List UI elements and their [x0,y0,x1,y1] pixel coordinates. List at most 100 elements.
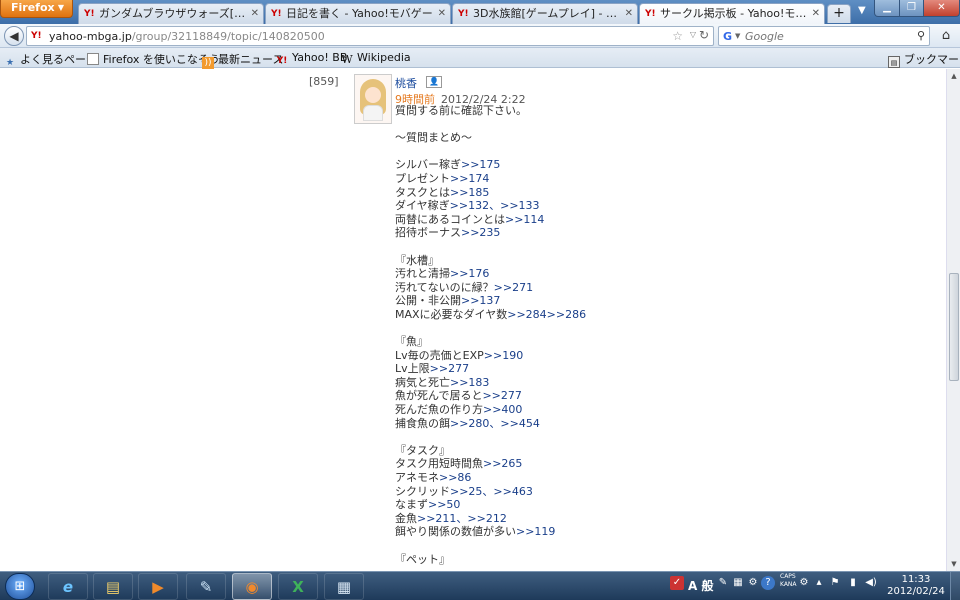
search-bar[interactable]: G ▼ ⚲ [718,26,930,46]
rss-icon: )) [202,57,214,69]
address-bar[interactable]: Y! yahoo-mbga.jp/group/32118849/topic/14… [26,26,714,46]
post-line: 『魚』 [395,335,915,349]
reply-link[interactable]: >>25、>>463 [450,485,533,498]
reload-icon[interactable]: ↻ [699,28,709,42]
reply-link[interactable]: >>190 [484,349,523,362]
url-dropdown-icon[interactable]: ▽ [690,30,696,39]
post-line: プレゼント>>174 [395,172,915,186]
system-clock[interactable]: 11:33 2012/02/24 [886,574,946,598]
search-input[interactable] [745,29,905,43]
taskbar-app-calculator[interactable]: ▦ [324,573,364,600]
restore-button[interactable]: ❐ [899,0,924,17]
bookmark-wikipedia[interactable]: W Wikipedia [341,51,410,66]
dictionary-icon[interactable]: ▦ [731,576,745,590]
ime-options-icon[interactable]: ⚙ [797,576,811,590]
bookmark-most-visited[interactable]: ★ よく見るページ [4,51,97,69]
reply-link[interactable]: >>176 [450,267,489,280]
taskbar-app-firefox[interactable]: ◉ [232,573,272,600]
ime-tool-icon[interactable]: ✎ [716,576,730,590]
scroll-thumb[interactable] [949,273,959,381]
bookmarks-menu[interactable]: ▤ ブックマーク [888,51,960,68]
taskbar-app-notepad[interactable]: ✎ [186,573,226,600]
caps-label: CAPS [780,573,796,580]
reply-link[interactable]: >>50 [428,498,460,511]
network-icon[interactable]: ▮ [846,576,860,590]
show-desktop-button[interactable] [950,572,960,600]
help-icon[interactable]: ? [761,576,775,590]
reply-link[interactable]: >>277 [430,362,469,375]
close-icon[interactable]: ✕ [438,4,446,23]
reply-link[interactable]: >>86 [439,471,471,484]
reply-link[interactable]: >>235 [461,226,500,239]
media-player-icon: ▶ [152,578,164,596]
search-icon[interactable]: ⚲ [917,29,925,42]
reply-link[interactable]: >>265 [483,457,522,470]
vertical-scrollbar[interactable]: ▲ ▼ [946,69,960,571]
tab-list-icon[interactable]: ▼ [858,5,866,16]
reply-link[interactable]: >>211、>>212 [417,512,507,525]
reply-link[interactable]: >>183 [450,376,489,389]
google-engine-icon[interactable]: G [723,30,732,43]
close-icon[interactable]: ✕ [625,4,633,23]
new-tab-button[interactable]: + [827,4,851,23]
bookmark-getting-started[interactable]: Firefox を使いこなそう [87,51,220,67]
post-number[interactable]: [859] [309,75,339,88]
yahoo-icon: Y! [276,56,288,66]
url-text[interactable]: yahoo-mbga.jp/group/32118849/topic/14082… [49,30,325,43]
chevron-down-icon[interactable]: ▼ [735,32,740,40]
home-button[interactable]: ⌂ [936,27,956,45]
reply-link[interactable]: >>284>>286 [507,308,586,321]
reply-link[interactable]: >>175 [461,158,500,171]
action-center-flag-icon[interactable]: ⚑ [828,576,842,590]
taskbar-app-explorer[interactable]: ▤ [93,573,133,600]
security-tray-icon[interactable]: ✓ [670,576,684,590]
reply-link[interactable]: >>174 [450,172,489,185]
tab-diary[interactable]: Y! 日記を書く - Yahoo!モバゲー ✕ [265,3,451,24]
reply-link[interactable]: >>400 [483,403,522,416]
reply-link[interactable]: >>137 [461,294,500,307]
post-body: 質問する前に確認下さい。 ～質問まとめ～ シルバー稼ぎ>>175 プレゼント>>174… [395,104,915,566]
close-icon[interactable]: ✕ [812,4,820,23]
line-text: 招待ボーナス [395,226,461,240]
post-line: 招待ボーナス>>235 [395,226,915,240]
post-line: 公開・非公開>>137 [395,294,915,308]
reply-link[interactable]: >>132、>>133 [450,199,540,212]
close-window-button[interactable]: ✕ [923,0,960,17]
scroll-down-icon[interactable]: ▼ [947,557,960,571]
post-line: 金魚>>211、>>212 [395,512,915,526]
url-host: yahoo-mbga.jp [49,30,132,43]
bookmark-star-icon[interactable]: ☆ [672,29,683,43]
post-username[interactable]: 桃香 [395,75,417,91]
internet-explorer-icon: e [62,578,74,596]
tab-circle-board[interactable]: Y! サークル掲示板 - Yahoo!モバゲー ✕ [639,3,825,24]
bookmark-yahoo-bb[interactable]: Y! Yahoo! BB [276,51,348,67]
start-button[interactable]: ⊞ [5,573,35,600]
user-profile-icon[interactable]: 👤 [426,76,442,88]
bookmark-latest-news[interactable]: )) 最新ニュース [202,51,283,69]
tab-aquarium[interactable]: Y! 3D水族館[ゲームプレイ] - Yahoo!... ✕ [452,3,638,24]
show-hidden-icons[interactable]: ▴ [812,576,826,590]
back-button[interactable]: ◀ [4,26,24,46]
reply-link[interactable]: >>271 [494,281,533,294]
avatar[interactable] [354,74,392,124]
volume-icon[interactable]: ◀) [864,576,878,590]
reply-link[interactable]: >>119 [516,525,555,538]
taskbar-app-ie[interactable]: e [48,573,88,600]
minimize-button[interactable]: ▁ [874,0,900,17]
reply-link[interactable]: >>185 [450,186,489,199]
yahoo-favicon-icon: Y! [271,9,282,19]
ime-settings-icon[interactable]: ⚙ [746,576,760,590]
line-text: 死んだ魚の作り方 [395,403,483,417]
reply-link[interactable]: >>280、>>454 [450,417,540,430]
tab-gundam[interactable]: Y! ガンダムブラウザウォーズ[ゲーム... ✕ [78,3,264,24]
firefox-menu-button[interactable]: Firefox ▼ [0,0,73,18]
taskbar-app-media[interactable]: ▶ [138,573,178,600]
line-text: 餌やり関係の数値が多い [395,525,516,539]
ime-indicator[interactable]: A 般 [688,577,713,594]
reply-link[interactable]: >>114 [505,213,544,226]
close-icon[interactable]: ✕ [251,4,259,23]
reply-link[interactable]: >>277 [482,389,521,402]
post-line: 『ペット』 [395,553,915,567]
scroll-up-icon[interactable]: ▲ [947,69,960,83]
taskbar-app-excel[interactable]: X [278,573,318,600]
